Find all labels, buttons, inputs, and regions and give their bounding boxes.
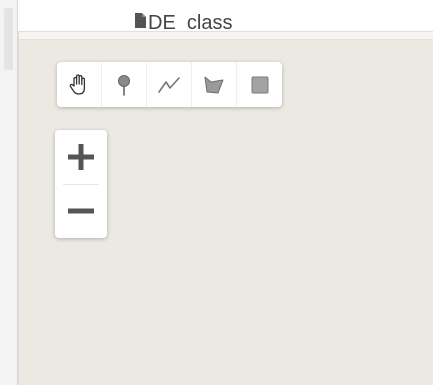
zoom-separator: [63, 184, 99, 185]
tool-polygon-button[interactable]: [192, 62, 237, 107]
map-canvas[interactable]: [18, 32, 433, 385]
polygon-icon: [204, 76, 224, 93]
zoom-in-button[interactable]: [55, 130, 107, 184]
scrollbar-thumb[interactable]: [4, 8, 13, 70]
file-tree-item[interactable]: DE_class: [135, 7, 233, 32]
left-scrollbar[interactable]: [0, 0, 18, 385]
tool-marker-button[interactable]: [102, 62, 147, 107]
minus-icon: [68, 208, 94, 214]
hand-pan-icon: [69, 73, 86, 95]
zoom-control: [55, 130, 107, 238]
tool-pan-button[interactable]: [57, 62, 102, 107]
drawing-toolbar: [57, 62, 282, 107]
tool-polyline-button[interactable]: [147, 62, 192, 107]
plus-icon: [68, 144, 94, 170]
rectangle-icon: [251, 76, 268, 93]
file-icon: [135, 12, 146, 28]
tool-rectangle-button[interactable]: [237, 62, 282, 107]
zoom-out-button[interactable]: [55, 184, 107, 238]
marker-pin-icon: [118, 74, 130, 96]
map-top-border: [19, 32, 433, 40]
polyline-icon: [158, 76, 180, 93]
app-window: DE_class: [0, 0, 433, 385]
file-tree-item-label: DE_class: [148, 12, 233, 32]
file-tree-panel: DE_class: [18, 0, 433, 32]
